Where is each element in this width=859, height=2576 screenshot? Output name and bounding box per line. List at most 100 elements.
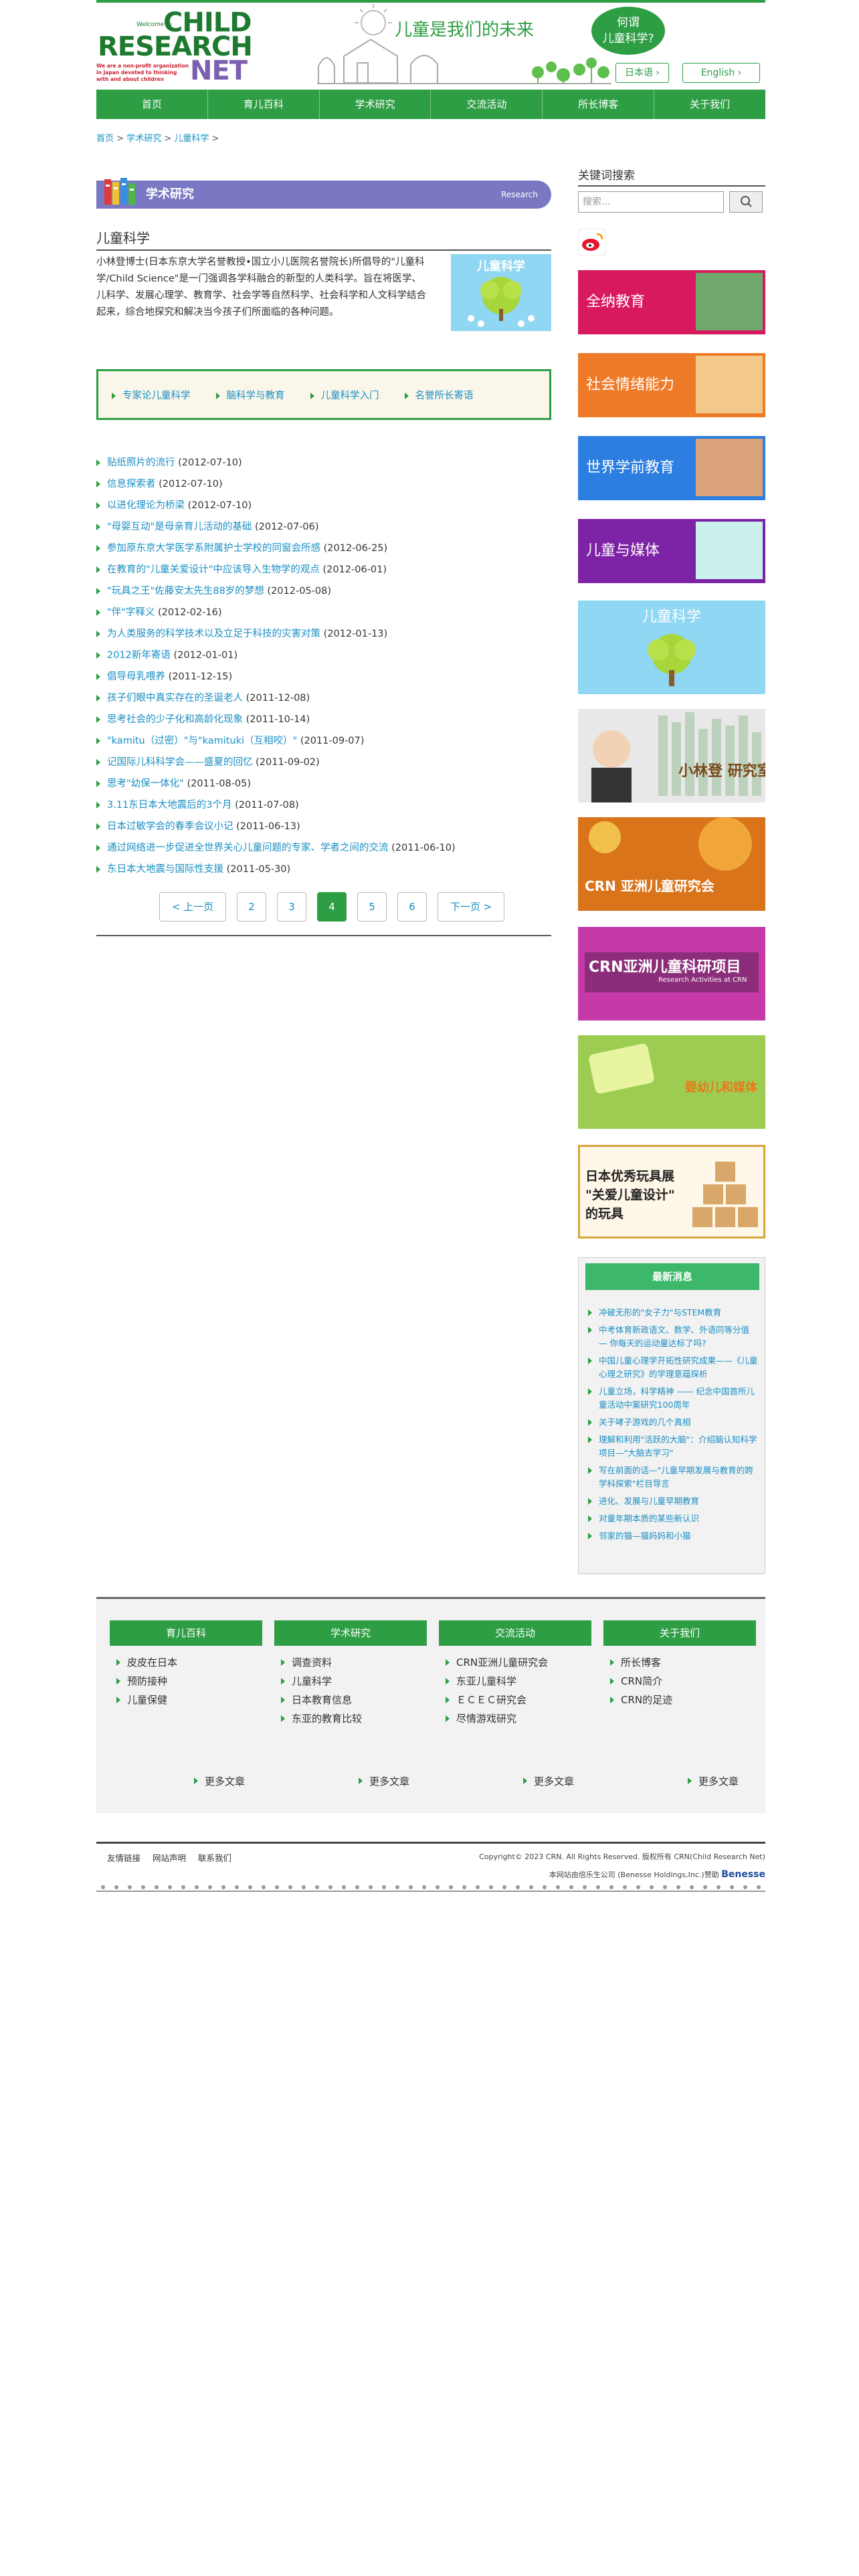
topic-link-3[interactable]: 儿童科学入门 bbox=[310, 388, 379, 402]
footer-link[interactable]: 尽情游戏研究 bbox=[439, 1710, 591, 1727]
news-item[interactable]: 中国儿童心理学开拓性研究成果——《儿童心理之研究》的学理意蕴探析 bbox=[588, 1354, 759, 1381]
article-link[interactable]: 日本过敏学会的春季会议小记 bbox=[107, 821, 233, 832]
article-date: (2012-07-10) bbox=[159, 479, 223, 490]
weibo-icon[interactable] bbox=[578, 229, 606, 255]
what-is-child-science-bubble[interactable]: 何谓 儿童科学? bbox=[591, 7, 665, 55]
nav-item-research[interactable]: 学术研究 bbox=[320, 90, 432, 119]
news-item[interactable]: 冲破无形的"女子力"与STEM教育 bbox=[588, 1306, 759, 1319]
footer-link[interactable]: 东亚儿童科学 bbox=[439, 1673, 591, 1690]
next-page-button[interactable]: 下一页 > bbox=[438, 892, 504, 922]
footer-column-activities: 交流活动 CRN亚洲儿童研究会 东亚儿童科学 ＥＣＥＣ研究会 尽情游戏研究 bbox=[439, 1620, 591, 1727]
article-link[interactable]: 倡导母乳喂养 bbox=[107, 671, 165, 682]
more-articles-link[interactable]: 更多文章 bbox=[359, 1774, 409, 1788]
site-statement-link[interactable]: 网站声明 bbox=[153, 1853, 186, 1863]
prev-page-button[interactable]: < 上一页 bbox=[159, 892, 226, 922]
kid-figure bbox=[141, 1885, 145, 1889]
article-link[interactable]: 贴纸照片的流行 bbox=[107, 457, 175, 468]
contact-link[interactable]: 联系我们 bbox=[198, 1853, 231, 1863]
breadcrumb-child-science[interactable]: 儿童科学 bbox=[174, 134, 209, 144]
banner-crn-asia[interactable]: CRN 亚洲儿童研究会 bbox=[578, 817, 765, 911]
article-link[interactable]: 参加原东京大学医学系附属护士学校的同窗会所感 bbox=[107, 543, 320, 554]
footer-link[interactable]: CRN的足迹 bbox=[603, 1691, 756, 1709]
search-button[interactable] bbox=[729, 191, 763, 213]
article-link[interactable]: 为人类服务的科学技术以及立足于科技的灾害对策 bbox=[107, 629, 320, 639]
banner-inclusive-education[interactable]: 全纳教育 bbox=[578, 270, 765, 334]
article-link[interactable]: 思考社会的少子化和高龄化现象 bbox=[107, 714, 243, 725]
article-link[interactable]: 东日本大地震与国际性支援 bbox=[107, 864, 223, 875]
banner-toy-exhibition[interactable]: 日本优秀玩具展 "关爱儿童设计" 的玩具 bbox=[578, 1145, 765, 1239]
article-link[interactable]: 3.11东日本大地震后的3个月 bbox=[107, 800, 232, 811]
topic-link-4[interactable]: 名誉所长寄语 bbox=[404, 388, 474, 402]
footer-link[interactable]: 儿童保健 bbox=[110, 1691, 262, 1709]
current-page-button[interactable]: 4 bbox=[317, 892, 347, 922]
footer-column-title[interactable]: 育儿百科 bbox=[110, 1620, 262, 1646]
latest-news-box: 最新消息 冲破无形的"女子力"与STEM教育 中考体育新政语文、数学、外语同等分… bbox=[578, 1257, 765, 1574]
banner-world-preschool[interactable]: 世界学前教育 bbox=[578, 436, 765, 500]
footer-link[interactable]: 皮皮在日本 bbox=[110, 1654, 262, 1671]
banner-child-science[interactable]: 儿童科学 bbox=[578, 601, 765, 694]
banner-infant-media[interactable]: 婴幼儿和媒体 bbox=[578, 1035, 765, 1129]
more-articles-link[interactable]: 更多文章 bbox=[194, 1774, 245, 1788]
footer-link[interactable]: CRN亚洲儿童研究会 bbox=[439, 1654, 591, 1671]
footer-link[interactable]: ＥＣＥＣ研究会 bbox=[439, 1691, 591, 1709]
page-button[interactable]: 5 bbox=[357, 892, 387, 922]
nav-item-activities[interactable]: 交流活动 bbox=[431, 90, 543, 119]
footer-link[interactable]: 儿童科学 bbox=[274, 1673, 427, 1690]
more-articles-link[interactable]: 更多文章 bbox=[688, 1774, 739, 1788]
article-link[interactable]: "kamitu（过密）"与"kamituki（互相咬）" bbox=[107, 736, 297, 746]
page-button[interactable]: 6 bbox=[397, 892, 427, 922]
more-articles-link[interactable]: 更多文章 bbox=[523, 1774, 574, 1788]
news-item[interactable]: 关于哮子游戏的几个真相 bbox=[588, 1416, 759, 1429]
page-button[interactable]: 2 bbox=[237, 892, 266, 922]
footer-column-title[interactable]: 学术研究 bbox=[274, 1620, 427, 1646]
article-link[interactable]: 在教育的"儿童关爱设计"中应该导入生物学的观点 bbox=[107, 564, 320, 575]
kid-figure bbox=[382, 1885, 386, 1889]
japanese-language-button[interactable]: 日本语 › bbox=[615, 63, 669, 83]
footer-link[interactable]: 所长博客 bbox=[603, 1654, 756, 1671]
footer-link[interactable]: 调查资料 bbox=[274, 1654, 427, 1671]
breadcrumb-home[interactable]: 首页 bbox=[96, 134, 114, 144]
banner-crn-research[interactable]: CRN亚洲儿童科研项目 Research Activities at CRN bbox=[578, 927, 765, 1021]
topic-link-1[interactable]: 专家论儿童科学 bbox=[112, 388, 191, 402]
news-item[interactable]: 儿童立场，科学精神 —— 纪念中国首所儿童活动中案研究100周年 bbox=[588, 1385, 759, 1412]
bubble-line-1: 何谓 bbox=[617, 16, 640, 29]
topic-link-2[interactable]: 脑科学与教育 bbox=[215, 388, 285, 402]
article-link[interactable]: 思考"幼保一体化" bbox=[107, 778, 184, 789]
news-item[interactable]: 邻家的猫—猫妈妈和小猫 bbox=[588, 1529, 759, 1543]
footer-column-title[interactable]: 交流活动 bbox=[439, 1620, 591, 1646]
article-link[interactable]: "伴"字释义 bbox=[107, 607, 155, 618]
article-link[interactable]: 信息探索者 bbox=[107, 479, 156, 490]
friend-links[interactable]: 友情链接 bbox=[107, 1853, 140, 1863]
footer-link[interactable]: 东亚的教育比较 bbox=[274, 1710, 427, 1727]
news-item[interactable]: 进化、发展与儿童早期教育 bbox=[588, 1495, 759, 1508]
benesse-logo[interactable]: Benesse bbox=[721, 1869, 765, 1880]
article-link[interactable]: "母婴互动"是母亲育儿活动的基础 bbox=[107, 522, 252, 532]
article-link[interactable]: 记国际儿科科学会——盛夏的回忆 bbox=[107, 757, 253, 768]
article-link[interactable]: "玩具之王"佐藤安太先生88岁的梦想 bbox=[107, 586, 264, 597]
footer-link[interactable]: CRN简介 bbox=[603, 1673, 756, 1690]
breadcrumb-research[interactable]: 学术研究 bbox=[126, 134, 161, 144]
nav-item-about[interactable]: 关于我们 bbox=[654, 90, 765, 119]
news-item[interactable]: 理解和利用"活跃的大脑"：介绍脑认知科学项目—"大脑去学习" bbox=[588, 1433, 759, 1460]
news-item[interactable]: 对童年期本质的某些新认识 bbox=[588, 1512, 759, 1525]
article-link[interactable]: 孩子们眼中真实存在的圣诞老人 bbox=[107, 693, 243, 704]
article-link[interactable]: 2012新年寄语 bbox=[107, 650, 171, 661]
article-link[interactable]: 通过网络进一步促进全世界关心儿童问题的专家、学者之间的交流 bbox=[107, 843, 389, 853]
english-language-button[interactable]: English › bbox=[682, 63, 760, 83]
page-button[interactable]: 3 bbox=[277, 892, 306, 922]
footer-link[interactable]: 预防接种 bbox=[110, 1673, 262, 1690]
nav-item-blog[interactable]: 所长博客 bbox=[543, 90, 655, 119]
footer-column-title[interactable]: 关于我们 bbox=[603, 1620, 756, 1646]
banner-children-media[interactable]: 儿童与媒体 bbox=[578, 519, 765, 583]
news-item[interactable]: 写在前面的话—"儿童早期发展与教育的跨学科探索"栏目导言 bbox=[588, 1464, 759, 1491]
breadcrumb: 首页 > 学术研究 > 儿童科学 > bbox=[96, 134, 219, 144]
nav-item-home[interactable]: 首页 bbox=[96, 90, 208, 119]
article-link[interactable]: 以进化理论为桥梁 bbox=[107, 500, 185, 511]
child-research-net-logo[interactable]: Welcome to CHILD RESEARCH NET We are a n… bbox=[96, 8, 253, 86]
banner-kobayashi-lab[interactable]: 小林登 研究室 bbox=[578, 709, 772, 802]
news-item[interactable]: 中考体育新政语文、数学、外语同等分值 — 你每天的运动量达标了吗? bbox=[588, 1323, 759, 1350]
footer-link[interactable]: 日本教育信息 bbox=[274, 1691, 427, 1709]
nav-item-parenting[interactable]: 育儿百科 bbox=[208, 90, 320, 119]
banner-social-emotional[interactable]: 社会情绪能力 bbox=[578, 353, 765, 417]
search-input[interactable]: 搜索... bbox=[578, 191, 724, 213]
